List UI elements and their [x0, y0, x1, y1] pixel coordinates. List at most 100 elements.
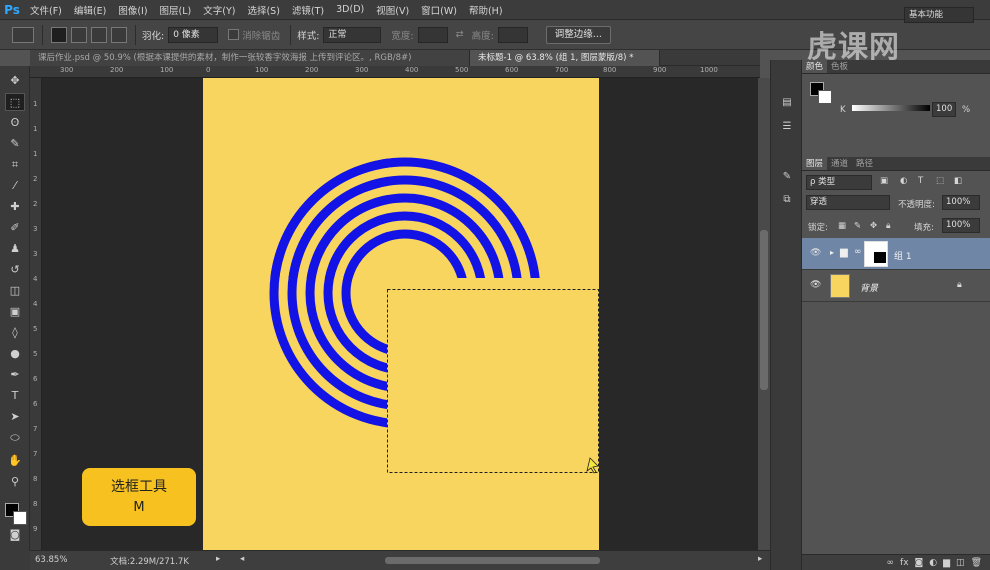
menu-view[interactable]: 视图(V) — [370, 3, 415, 17]
mask-link-icon[interactable]: ∞ — [854, 247, 862, 257]
feather-input[interactable]: 0 像素 — [168, 26, 219, 43]
pen-tool-icon[interactable]: ✒ — [5, 366, 25, 384]
zoom-tool-icon[interactable]: ⚲ — [5, 473, 25, 491]
zoom-level[interactable]: 63.85% — [35, 555, 67, 565]
visibility-eye-icon[interactable]: 👁︎ — [810, 248, 821, 258]
width-input[interactable] — [417, 26, 448, 43]
layer-style-icon[interactable]: fx — [900, 558, 909, 568]
properties-panel-icon[interactable]: ☰ — [779, 120, 795, 134]
layer-filter-select[interactable]: ρ 类型 — [806, 175, 872, 190]
tab-channels[interactable]: 通道 — [827, 157, 852, 170]
fill-input[interactable]: 100% — [942, 218, 980, 233]
hand-tool-icon[interactable]: ✋ — [5, 452, 25, 470]
blur-tool-icon[interactable]: ◊ — [5, 324, 25, 342]
refine-edge-button[interactable]: 调整边缘... — [545, 25, 611, 44]
menu-3d[interactable]: 3D(D) — [330, 4, 370, 15]
link-layers-icon[interactable]: ∞ — [887, 558, 895, 568]
panel-bg-swatch[interactable] — [818, 90, 832, 104]
tab-color[interactable]: 颜色 — [802, 60, 828, 73]
document-canvas[interactable] — [203, 78, 599, 550]
ruler-label: 4 — [33, 275, 38, 283]
lock-position-icon[interactable]: ✥ — [870, 221, 877, 231]
history-panel-icon[interactable]: ▤ — [779, 96, 795, 110]
menu-layer[interactable]: 图层(L) — [154, 3, 198, 17]
tab-homework-doc[interactable]: 课后作业.psd @ 50.9% (根据本课提供的素材，制作一张较香字效海报 上… — [30, 50, 470, 66]
crop-tool-icon[interactable]: ⌗ — [5, 156, 25, 174]
horizontal-scroll-thumb[interactable] — [385, 557, 600, 564]
vertical-scroll-thumb[interactable] — [760, 230, 768, 390]
marquee-preset-icon[interactable] — [12, 26, 34, 43]
clone-source-icon[interactable]: ⧉ — [779, 193, 795, 207]
blend-mode-select[interactable]: 穿透 — [806, 195, 890, 210]
lock-all-icon[interactable]: 🔒︎ — [886, 221, 891, 231]
filter-type-icon[interactable]: T — [918, 176, 923, 186]
expand-arrow-icon[interactable]: ▸ — [830, 248, 834, 257]
k-value-input[interactable]: 100 — [932, 102, 956, 117]
new-selection-icon[interactable] — [51, 26, 67, 43]
filter-smart-icon[interactable]: ◧ — [954, 176, 962, 186]
quick-select-tool-icon[interactable]: ✎ — [5, 135, 25, 153]
opacity-input[interactable]: 100% — [942, 195, 980, 210]
ruler-label: 1 — [33, 100, 38, 108]
status-menu-arrow-icon[interactable]: ▸ — [216, 554, 220, 564]
stamp-tool-icon[interactable]: ♟ — [5, 240, 25, 258]
brush-tool-icon[interactable]: ✐ — [5, 219, 25, 237]
quick-mask-icon[interactable]: ◙ — [5, 526, 25, 544]
add-mask-icon[interactable]: ◙ — [915, 558, 924, 568]
brush-panel-icon[interactable]: ✎ — [779, 170, 795, 184]
menu-window[interactable]: 窗口(W) — [415, 3, 463, 17]
move-tool-icon[interactable]: ✥ — [5, 72, 25, 90]
ruler-label: 300 — [355, 66, 369, 74]
tab-untitled-doc[interactable]: 未标题-1 @ 63.8% (组 1, 图层蒙版/8) * — [470, 50, 660, 66]
lock-pixels-icon[interactable]: ▦ — [838, 221, 846, 231]
visibility-eye-icon[interactable]: 👁︎ — [810, 280, 821, 290]
type-tool-icon[interactable]: T — [5, 387, 25, 405]
layer-name[interactable]: 背景 — [860, 281, 878, 294]
menu-type[interactable]: 文字(Y) — [197, 3, 241, 17]
path-select-tool-icon[interactable]: ➤ — [5, 408, 25, 426]
tab-paths[interactable]: 路径 — [852, 157, 877, 170]
dodge-tool-icon[interactable]: ● — [5, 345, 25, 363]
workspace-select[interactable]: 基本功能 — [904, 7, 974, 23]
menu-edit[interactable]: 编辑(E) — [68, 3, 112, 17]
layer-mask-thumbnail[interactable] — [864, 241, 888, 267]
ellipse-tool-icon[interactable]: ⬭ — [5, 429, 25, 447]
layer-name[interactable]: 组 1 — [894, 249, 912, 262]
filter-adjust-icon[interactable]: ◐ — [900, 176, 907, 186]
menu-select[interactable]: 选择(S) — [241, 3, 285, 17]
height-input[interactable] — [497, 26, 528, 43]
new-group-icon[interactable]: ▆ — [943, 558, 950, 568]
gradient-tool-icon[interactable]: ▣ — [5, 303, 25, 321]
intersect-selection-icon[interactable] — [111, 26, 127, 43]
subtract-selection-icon[interactable] — [91, 26, 107, 43]
add-selection-icon[interactable] — [71, 26, 87, 43]
antialias-checkbox[interactable] — [228, 29, 240, 40]
history-brush-icon[interactable]: ↺ — [5, 261, 25, 279]
filter-pixel-icon[interactable]: ▣ — [880, 176, 888, 186]
scroll-right-arrow-icon[interactable]: ▸ — [758, 554, 762, 564]
menu-file[interactable]: 文件(F) — [24, 3, 68, 17]
rect-marquee-tool-icon[interactable]: ⬚ — [5, 93, 25, 111]
layer-row-background[interactable]: 👁︎ 背景 🔒︎ — [802, 270, 990, 302]
menu-help[interactable]: 帮助(H) — [463, 3, 509, 17]
menu-image[interactable]: 图像(I) — [112, 3, 153, 17]
swap-dimensions-icon[interactable]: ⇄ — [456, 29, 464, 40]
background-color-swatch[interactable] — [13, 511, 27, 525]
new-layer-icon[interactable]: ◫ — [956, 558, 965, 568]
screen-mode-icon[interactable] — [0, 550, 30, 570]
eraser-tool-icon[interactable]: ◫ — [5, 282, 25, 300]
delete-layer-icon[interactable]: 🗑︎ — [971, 558, 982, 568]
k-slider-track[interactable] — [852, 105, 930, 111]
layer-row-group1[interactable]: 👁︎ ▸ ▆ ∞ 组 1 — [802, 238, 990, 270]
tab-layers[interactable]: 图层 — [802, 157, 828, 170]
healing-tool-icon[interactable]: ✚ — [5, 198, 25, 216]
eyedropper-tool-icon[interactable]: ⁄ — [5, 177, 25, 195]
tab-swatches[interactable]: 色板 — [827, 60, 852, 73]
menu-filter[interactable]: 滤镜(T) — [286, 3, 330, 17]
lasso-tool-icon[interactable]: ʘ — [5, 114, 25, 132]
lock-paint-icon[interactable]: ✎ — [854, 221, 861, 231]
scroll-left-arrow-icon[interactable]: ◂ — [240, 554, 244, 564]
adjustment-layer-icon[interactable]: ◐ — [929, 558, 937, 568]
style-select[interactable]: 正常 — [323, 26, 382, 43]
filter-shape-icon[interactable]: ⬚ — [936, 176, 944, 186]
